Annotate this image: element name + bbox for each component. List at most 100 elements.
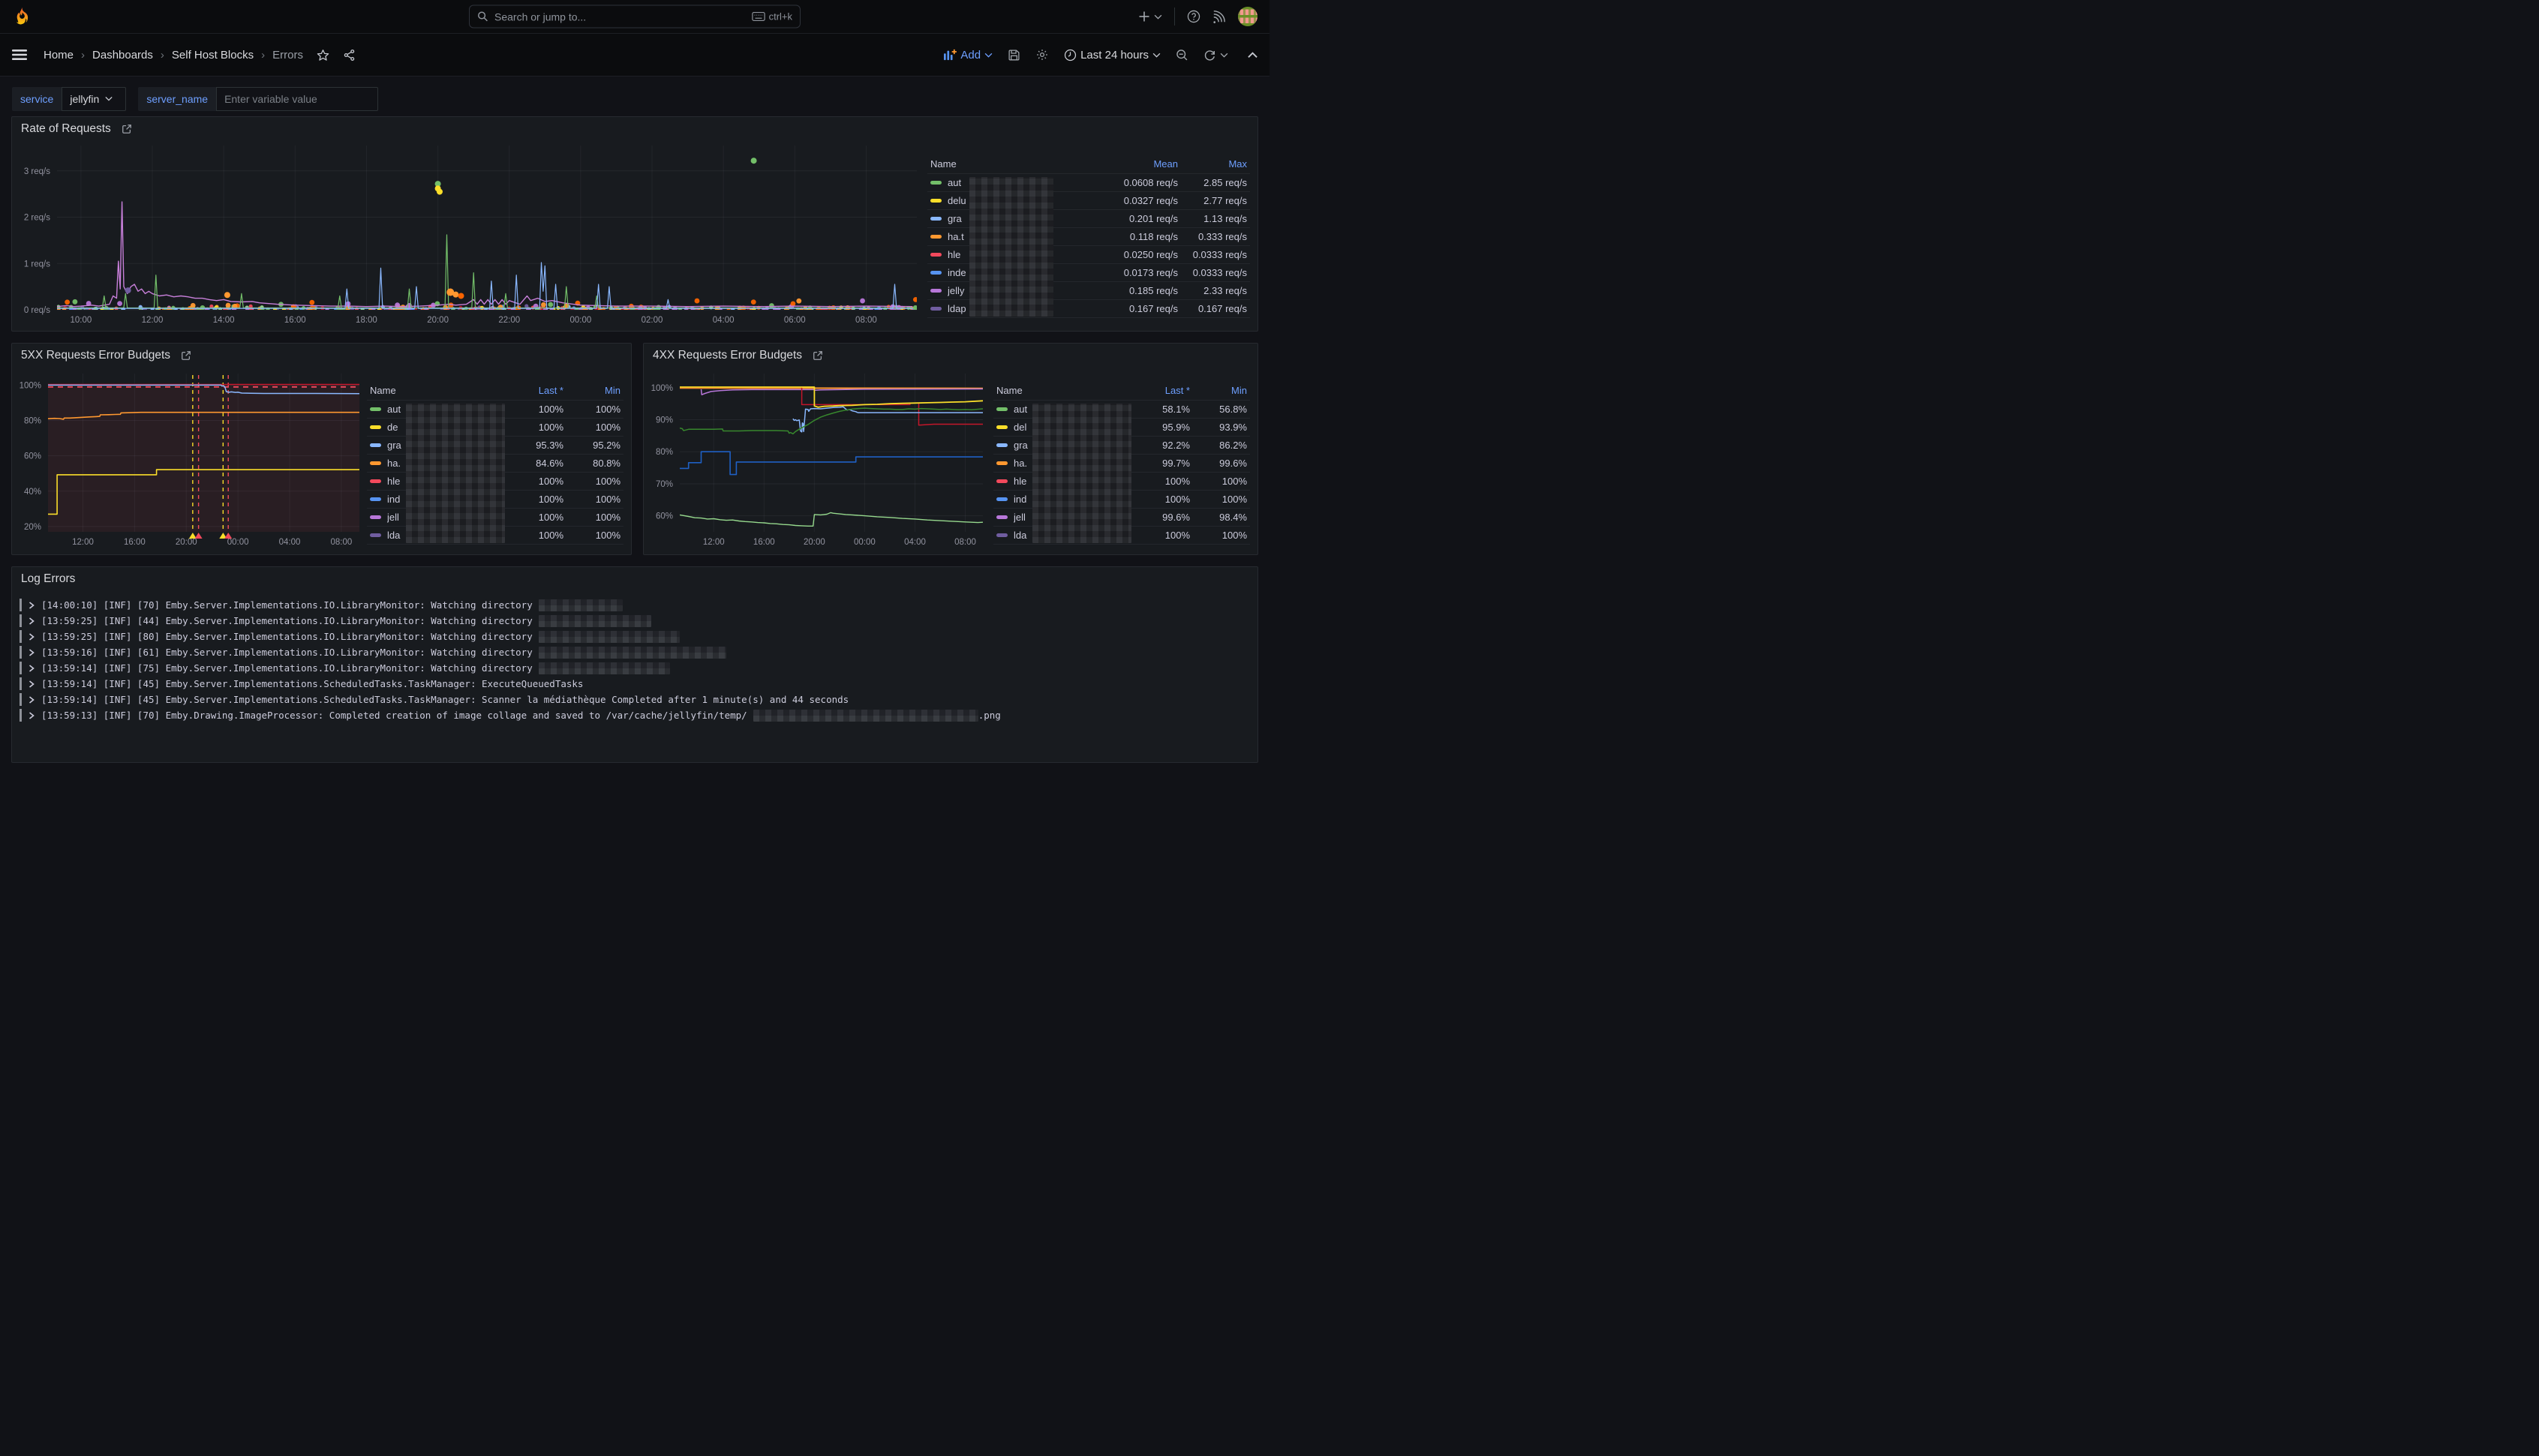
panel-header[interactable]: 5XX Requests Error Budgets: [12, 344, 631, 368]
panel-4xx-error-budgets[interactable]: 4XX Requests Error Budgets 60%70%80%90%1…: [643, 343, 1258, 555]
series-value-2: 0.333 req/s: [1178, 231, 1247, 242]
series-value-2: 2.77 req/s: [1178, 195, 1247, 206]
log-row-3[interactable]: [13:59:16] [INF] [61] Emby.Server.Implem…: [20, 644, 1257, 660]
svg-text:80%: 80%: [656, 448, 673, 457]
censored-names-overlay: [406, 404, 505, 543]
variable-input-server_name[interactable]: [216, 87, 378, 111]
expand-chevron-icon[interactable]: [29, 617, 35, 625]
breadcrumb-item-home[interactable]: Home: [44, 49, 74, 62]
panel-log-errors[interactable]: Log Errors [14:00:10] [INF] [70] Emby.Se…: [11, 566, 1258, 763]
rate-of-requests-svg: 0 req/s1 req/s2 req/s3 req/s10:0012:0014…: [12, 141, 927, 331]
chevron-down-icon: [1152, 53, 1161, 58]
log-text: [13:59:14] [INF] [45] Emby.Server.Implem…: [41, 678, 583, 689]
clock-icon: [1064, 49, 1077, 62]
series-value-2: 100%: [563, 512, 620, 523]
expand-chevron-icon[interactable]: [29, 665, 35, 672]
legend-header-row: NameLast *Min: [367, 381, 623, 401]
expand-chevron-icon[interactable]: [29, 696, 35, 704]
dashboard-settings-button[interactable]: [1035, 48, 1049, 62]
5xx-error-budgets-chart[interactable]: 20%40%60%80%100%12:0016:0020:0000:0004:0…: [12, 368, 367, 554]
4xx-error-budgets-chart[interactable]: 60%70%80%90%100%12:0016:0020:0000:0004:0…: [644, 368, 993, 554]
log-row-4[interactable]: [13:59:14] [INF] [75] Emby.Server.Implem…: [20, 660, 1257, 676]
search-icon: [477, 11, 488, 23]
grafana-logo[interactable]: [12, 7, 32, 27]
breadcrumb-item-dashboards[interactable]: Dashboards: [92, 49, 153, 62]
user-avatar[interactable]: [1238, 7, 1257, 26]
expand-chevron-icon[interactable]: [29, 633, 35, 641]
expand-chevron-icon[interactable]: [29, 680, 35, 688]
search-input[interactable]: Search or jump to... ctrl+k: [469, 5, 801, 29]
log-level-bar: [20, 693, 22, 706]
series-value-2: 93.9%: [1190, 422, 1247, 433]
series-color-pill: [930, 307, 942, 311]
external-link-icon[interactable]: [813, 350, 823, 361]
panel-header[interactable]: Rate of Requests: [12, 117, 1257, 141]
chevron-down-icon: [105, 96, 113, 101]
legend-header-last[interactable]: Last *: [1121, 385, 1190, 396]
favorite-star-button[interactable]: [317, 49, 329, 62]
series-value-2: 100%: [563, 422, 620, 433]
breadcrumb-item-errors: Errors: [272, 49, 303, 62]
expand-chevron-icon[interactable]: [29, 602, 35, 609]
series-value-1: 0.0608 req/s: [1089, 177, 1178, 188]
log-level-bar: [20, 709, 22, 722]
svg-text:12:00: 12:00: [142, 316, 164, 325]
legend-header-name[interactable]: Name: [370, 385, 494, 396]
series-value-1: 0.185 req/s: [1089, 285, 1178, 296]
series-value-2: 95.2%: [563, 440, 620, 451]
external-link-icon[interactable]: [122, 124, 132, 134]
log-row-7[interactable]: [13:59:13] [INF] [70] Emby.Drawing.Image…: [20, 707, 1257, 723]
variable-value-dropdown[interactable]: jellyfin: [62, 87, 126, 111]
legend-header-min[interactable]: Min: [563, 385, 620, 396]
share-button[interactable]: [343, 49, 356, 62]
log-level-bar: [20, 599, 22, 611]
help-button[interactable]: [1187, 10, 1200, 23]
kiosk-mode-button[interactable]: [1248, 52, 1257, 59]
series-ha: [680, 388, 983, 389]
legend-header-mean[interactable]: Mean: [1089, 158, 1178, 170]
zoom-out-button[interactable]: [1176, 49, 1188, 62]
legend-header-min[interactable]: Min: [1190, 385, 1247, 396]
svg-text:04:00: 04:00: [713, 316, 735, 325]
expand-chevron-icon[interactable]: [29, 712, 35, 719]
log-row-0[interactable]: [14:00:10] [INF] [70] Emby.Server.Implem…: [20, 597, 1257, 613]
svg-text:80%: 80%: [24, 417, 41, 426]
news-icon[interactable]: [1212, 10, 1226, 23]
svg-text:60%: 60%: [656, 512, 673, 521]
panel-header[interactable]: Log Errors: [12, 567, 1257, 591]
add-panel-icon: [943, 49, 957, 61]
legend-header-max[interactable]: Max: [1178, 158, 1247, 170]
time-range-label: Last 24 hours: [1080, 49, 1149, 62]
log-censored-segment: [539, 615, 651, 627]
5xx-legend: NameLast *Minaut100%100%de100%100%gra95.…: [367, 368, 631, 554]
breadcrumb-separator: ›: [81, 49, 85, 62]
series-dark-green: [680, 408, 983, 434]
time-range-picker[interactable]: Last 24 hours: [1064, 49, 1161, 62]
log-row-6[interactable]: [13:59:14] [INF] [45] Emby.Server.Implem…: [20, 692, 1257, 707]
legend-header-name[interactable]: Name: [996, 385, 1121, 396]
panel-title: Log Errors: [21, 572, 75, 586]
svg-text:70%: 70%: [656, 480, 673, 489]
breadcrumb-item-self-host-blocks[interactable]: Self Host Blocks: [172, 49, 254, 62]
mega-menu-toggle[interactable]: [12, 49, 27, 61]
external-link-icon[interactable]: [181, 350, 191, 361]
log-row-1[interactable]: [13:59:25] [INF] [44] Emby.Server.Implem…: [20, 613, 1257, 629]
log-row-2[interactable]: [13:59:25] [INF] [80] Emby.Server.Implem…: [20, 629, 1257, 644]
panel-5xx-error-budgets[interactable]: 5XX Requests Error Budgets 20%40%60%80%1…: [11, 343, 632, 555]
new-button[interactable]: [1138, 11, 1162, 23]
svg-text:16:00: 16:00: [753, 538, 775, 547]
panel-rate-of-requests[interactable]: Rate of Requests 0 req/s1 req/s2 req/s3 …: [11, 116, 1258, 332]
svg-text:100%: 100%: [20, 381, 41, 390]
refresh-button[interactable]: [1203, 49, 1228, 62]
panel-header[interactable]: 4XX Requests Error Budgets: [644, 344, 1257, 368]
log-row-5[interactable]: [13:59:14] [INF] [45] Emby.Server.Implem…: [20, 676, 1257, 692]
add-panel-button[interactable]: Add: [943, 49, 993, 62]
rate-of-requests-chart[interactable]: 0 req/s1 req/s2 req/s3 req/s10:0012:0014…: [12, 141, 927, 331]
expand-chevron-icon[interactable]: [29, 649, 35, 656]
legend-header-last[interactable]: Last *: [494, 385, 563, 396]
legend-header-name[interactable]: Name: [930, 158, 1089, 170]
save-dashboard-button[interactable]: [1008, 49, 1020, 62]
log-censored-segment: [539, 647, 726, 659]
series-value-1: 0.201 req/s: [1089, 213, 1178, 224]
svg-text:18:00: 18:00: [356, 316, 377, 325]
